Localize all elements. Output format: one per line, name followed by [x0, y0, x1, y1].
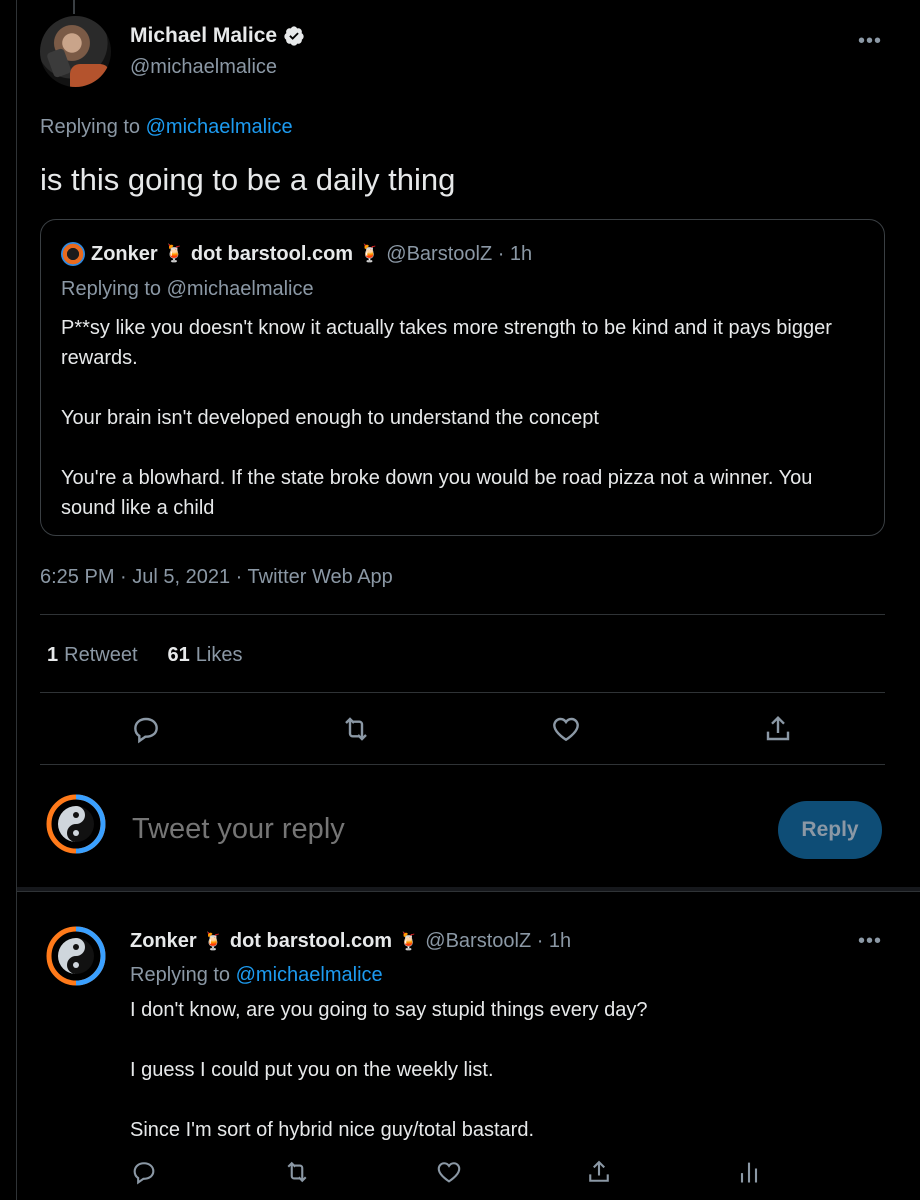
- quoted-author-name-1: Zonker: [91, 242, 158, 265]
- reply-tweet-body: I don't know, are you going to say stupi…: [130, 995, 870, 1175]
- likes-label: Likes: [195, 644, 243, 666]
- tweet-actions: [40, 705, 885, 753]
- heart-icon[interactable]: [435, 1158, 463, 1186]
- tropical-drink-emoji: 🍹: [359, 244, 381, 263]
- tropical-drink-emoji: 🍹: [163, 244, 185, 263]
- replying-handle-link[interactable]: @michaelmalice: [236, 964, 383, 986]
- retweets-count: 1: [47, 644, 59, 666]
- quoted-tweet-card[interactable]: Zonker 🍹 dot barstool.com 🍹 @BarstoolZ ·…: [40, 219, 885, 536]
- analytics-icon[interactable]: [735, 1158, 763, 1186]
- quoted-handle-time: @BarstoolZ · 1h: [386, 242, 533, 265]
- shirt-shape: [70, 64, 110, 87]
- tweet-reply-input[interactable]: [132, 813, 692, 846]
- reply-author-name-1[interactable]: Zonker: [130, 930, 197, 953]
- quoted-tweet-body: P**sy like you doesn't know it actually …: [61, 313, 871, 553]
- replying-prefix: Replying to: [40, 116, 141, 138]
- reply-tweet-actions: [130, 1156, 770, 1190]
- yin-yang-fire-avatar: [45, 793, 107, 855]
- quoted-author-name-2: dot barstool.com: [190, 242, 354, 265]
- verified-badge-icon: [284, 26, 304, 46]
- tropical-drink-emoji: 🍹: [202, 931, 224, 951]
- microphone-shape: [46, 47, 72, 79]
- retweet-icon[interactable]: [283, 1158, 311, 1186]
- reply-button[interactable]: Reply: [778, 801, 882, 859]
- likes-count: 61: [167, 644, 190, 666]
- author-name-text: Michael Malice: [130, 24, 278, 47]
- divider: [40, 692, 885, 693]
- reply-paragraph: I guess I could put you on the weekly li…: [130, 1059, 494, 1081]
- reply-handle-time[interactable]: @BarstoolZ · 1h: [425, 930, 571, 953]
- replying-handle-link[interactable]: @michaelmalice: [146, 116, 293, 138]
- timeline-border: [16, 0, 17, 1200]
- divider: [40, 764, 885, 765]
- reply-replying-to: Replying to @michaelmalice: [130, 964, 383, 987]
- author-name[interactable]: Michael Malice: [130, 24, 305, 48]
- reply-icon[interactable]: [130, 1158, 158, 1186]
- replying-to: Replying to @michaelmalice: [40, 116, 293, 139]
- quoted-tweet-header: Zonker 🍹 dot barstool.com 🍹 @BarstoolZ ·…: [61, 242, 532, 266]
- more-icon[interactable]: •••: [858, 30, 882, 53]
- more-icon[interactable]: •••: [858, 930, 882, 953]
- reply-paragraph: I don't know, are you going to say stupi…: [130, 999, 648, 1021]
- retweet-icon[interactable]: [340, 713, 372, 745]
- user-avatar[interactable]: [45, 793, 107, 855]
- quoted-author-avatar: [61, 242, 85, 266]
- tweet-text: is this going to be a daily thing: [40, 162, 456, 197]
- quoted-paragraph: P**sy like you doesn't know it actually …: [61, 317, 832, 369]
- engagement-stats: 1 Retweet 61 Likes: [47, 644, 242, 667]
- divider: [17, 891, 920, 892]
- yin-yang-fire-avatar: [45, 925, 107, 987]
- reply-tweet-header: Zonker 🍹 dot barstool.com 🍹 @BarstoolZ ·…: [130, 930, 571, 953]
- reply-author-name-2[interactable]: dot barstool.com: [230, 930, 392, 953]
- tropical-drink-emoji: 🍹: [398, 931, 420, 951]
- replying-prefix: Replying to: [130, 964, 231, 986]
- share-icon[interactable]: [762, 713, 794, 745]
- retweets-label: Retweet: [64, 644, 138, 666]
- reply-icon[interactable]: [130, 713, 162, 745]
- quoted-paragraph: Your brain isn't developed enough to und…: [61, 407, 599, 429]
- thread-connector: [73, 0, 75, 14]
- author-avatar[interactable]: [40, 16, 111, 87]
- quoted-paragraph: You're a blowhard. If the state broke do…: [61, 467, 813, 519]
- divider: [40, 614, 885, 615]
- share-icon[interactable]: [585, 1158, 613, 1186]
- quoted-replying-to: Replying to @michaelmalice: [61, 278, 314, 300]
- heart-icon[interactable]: [550, 713, 582, 745]
- reply-paragraph: Since I'm sort of hybrid nice guy/total …: [130, 1119, 535, 1141]
- author-handle[interactable]: @michaelmalice: [130, 56, 277, 79]
- likes-stat[interactable]: 61 Likes: [168, 644, 243, 667]
- reply-author-avatar[interactable]: [45, 925, 107, 987]
- retweets-stat[interactable]: 1 Retweet: [47, 644, 138, 667]
- tweet-timestamp[interactable]: 6:25 PM · Jul 5, 2021 · Twitter Web App: [40, 566, 393, 589]
